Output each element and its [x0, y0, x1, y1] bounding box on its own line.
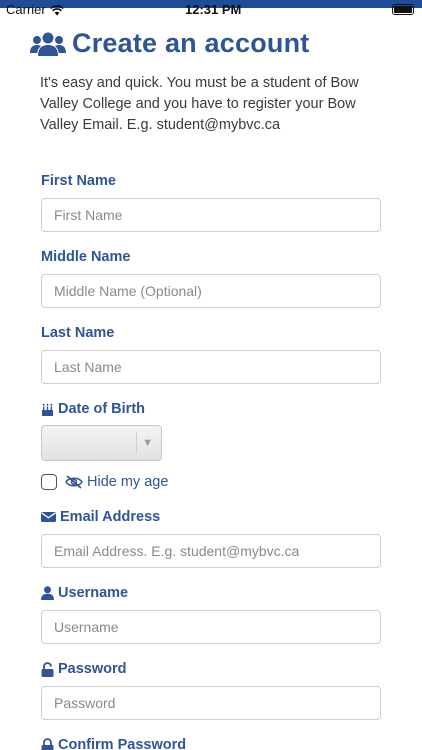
- first-name-input[interactable]: [41, 198, 381, 232]
- hide-age-label: Hide my age: [87, 474, 169, 490]
- carrier-label: Carrier: [6, 2, 46, 17]
- middle-name-label: Middle Name: [41, 249, 130, 265]
- users-icon: [30, 32, 66, 56]
- confirm-password-label: Confirm Password: [41, 737, 186, 750]
- last-name-input[interactable]: [41, 350, 381, 384]
- intro-text: It's easy and quick. You must be a stude…: [40, 75, 359, 133]
- eye-slash-icon: [65, 475, 83, 489]
- password-label: Password: [41, 661, 127, 677]
- first-name-label-text: First Name: [41, 173, 116, 189]
- first-name-label: First Name: [41, 173, 116, 189]
- last-name-label-text: Last Name: [41, 325, 115, 341]
- username-label: Username: [41, 585, 128, 601]
- dob-label: Date of Birth: [41, 401, 145, 417]
- user-icon: [41, 586, 54, 600]
- email-input[interactable]: [41, 534, 381, 568]
- password-input[interactable]: [41, 686, 381, 720]
- carrier-indicator: Carrier: [6, 3, 64, 17]
- dob-select[interactable]: ▼: [41, 425, 162, 461]
- wifi-icon: [49, 4, 64, 15]
- password-label-text: Password: [58, 661, 127, 677]
- middle-name-label-text: Middle Name: [41, 249, 131, 265]
- status-bar: Carrier 12:31 PM: [0, 0, 422, 17]
- battery-icon: [392, 4, 414, 15]
- chevron-down-icon: ▼: [142, 437, 153, 449]
- hide-age-option[interactable]: Hide my age: [41, 474, 168, 490]
- lock-icon: [41, 737, 54, 750]
- page-header: Create an account: [30, 28, 309, 59]
- email-label-text: Email Address: [60, 509, 161, 525]
- lock-open-icon: [41, 661, 54, 677]
- birthday-cake-icon: [42, 403, 53, 416]
- envelope-icon: [41, 512, 56, 522]
- page-title: Create an account: [72, 28, 310, 58]
- hide-age-checkbox[interactable]: [41, 474, 57, 490]
- email-label: Email Address: [41, 509, 160, 525]
- middle-name-input[interactable]: [41, 274, 381, 308]
- dob-select-divider: [136, 432, 137, 454]
- confirm-password-label-text: Confirm Password: [58, 737, 187, 750]
- username-input[interactable]: [41, 610, 381, 644]
- username-label-text: Username: [58, 585, 129, 601]
- status-time: 12:31 PM: [185, 2, 242, 17]
- last-name-label: Last Name: [41, 325, 114, 341]
- dob-label-text: Date of Birth: [58, 401, 145, 417]
